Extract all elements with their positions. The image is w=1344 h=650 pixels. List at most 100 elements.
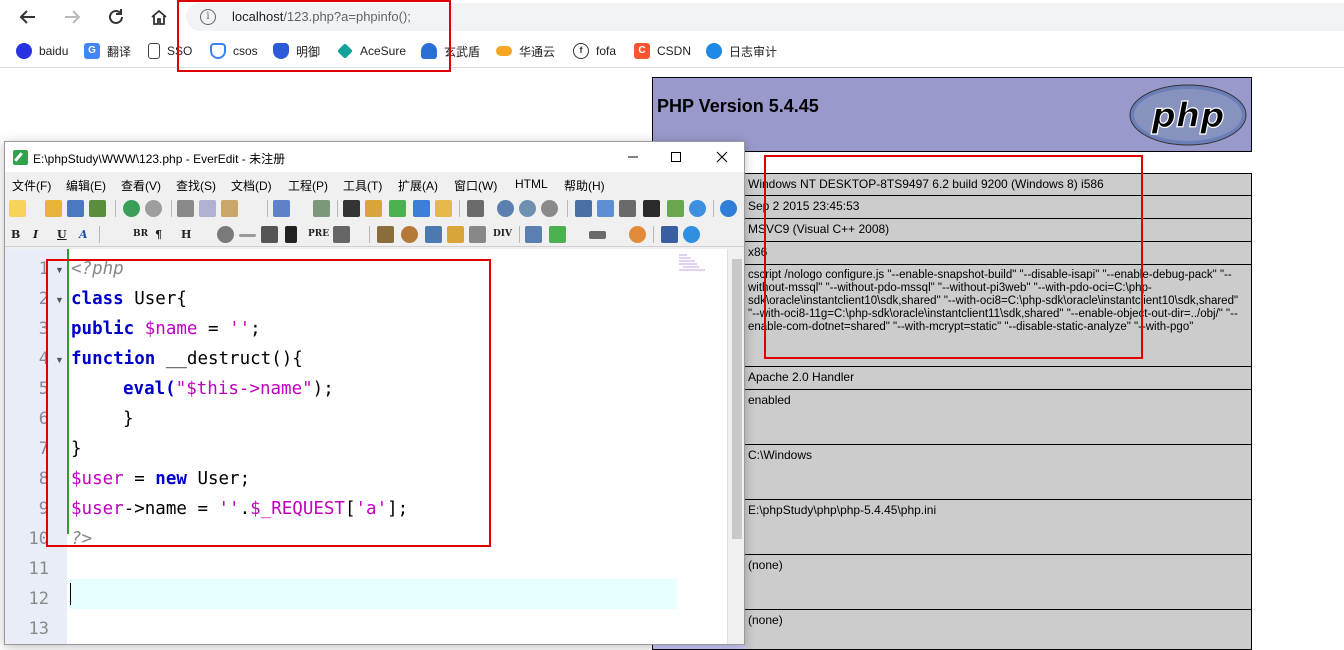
line-number: 4 bbox=[38, 349, 49, 369]
form-icon[interactable] bbox=[425, 226, 442, 243]
bookmark-huatongyun[interactable]: 华通云 bbox=[496, 42, 555, 60]
fofa-icon: f bbox=[573, 43, 589, 59]
w3c-icon[interactable] bbox=[683, 226, 700, 243]
spell-icon[interactable] bbox=[389, 200, 406, 217]
bookmark-label: 华通云 bbox=[519, 44, 556, 59]
home-icon[interactable] bbox=[147, 5, 171, 29]
menu-view[interactable]: 查看(V) bbox=[121, 177, 161, 194]
find-icon[interactable] bbox=[343, 200, 360, 217]
page-icon bbox=[148, 43, 160, 59]
macro-record-icon[interactable] bbox=[497, 200, 514, 217]
macro-play-icon[interactable] bbox=[519, 200, 536, 217]
csdn-icon: C bbox=[634, 43, 650, 59]
cut-icon[interactable] bbox=[177, 200, 194, 217]
row-value: (none) bbox=[748, 558, 783, 572]
pilcrow-icon[interactable] bbox=[285, 226, 297, 243]
bookmark-log-audit[interactable]: 日志审计 bbox=[706, 42, 777, 60]
underline-button[interactable]: U bbox=[57, 228, 67, 241]
paste-icon[interactable] bbox=[221, 200, 238, 217]
lock-icon[interactable] bbox=[447, 226, 464, 243]
br-button[interactable]: BR bbox=[133, 229, 148, 239]
bookmark-label: CSDN bbox=[657, 44, 692, 58]
link-icon[interactable] bbox=[377, 226, 394, 243]
insert-image-icon[interactable] bbox=[549, 226, 566, 243]
input-icon[interactable] bbox=[589, 231, 606, 239]
open-icon[interactable] bbox=[45, 200, 62, 217]
macro-icon[interactable] bbox=[541, 200, 558, 217]
bookmark-csdn[interactable]: C CSDN bbox=[634, 42, 691, 60]
bookmark-fofa[interactable]: f fofa bbox=[573, 42, 616, 60]
menu-html[interactable]: HTML bbox=[515, 177, 548, 191]
view-icon[interactable] bbox=[313, 200, 330, 217]
redo-icon[interactable] bbox=[145, 200, 162, 217]
grid-icon[interactable] bbox=[667, 200, 684, 217]
table-icon[interactable] bbox=[525, 226, 542, 243]
help-icon[interactable] bbox=[720, 200, 737, 217]
menu-document[interactable]: 文档(D) bbox=[231, 177, 272, 194]
scrollbar-thumb[interactable] bbox=[732, 259, 742, 539]
undo-icon[interactable] bbox=[123, 200, 140, 217]
find-replace-icon[interactable] bbox=[365, 200, 382, 217]
forward-icon[interactable] bbox=[60, 5, 84, 29]
frame-icon[interactable] bbox=[469, 226, 486, 243]
bookmark-label: 翻译 bbox=[107, 44, 132, 59]
row-value: Apache 2.0 Handler bbox=[748, 370, 855, 384]
image-icon[interactable] bbox=[401, 226, 418, 243]
div-button[interactable]: DIV bbox=[493, 229, 512, 239]
minimize-button[interactable] bbox=[610, 142, 656, 172]
window-titlebar[interactable]: E:\phpStudy\WWW\123.php - EverEdit - 未注册 bbox=[5, 142, 744, 172]
color-picker-icon[interactable] bbox=[629, 226, 646, 243]
current-line-highlight bbox=[69, 579, 677, 609]
menu-file[interactable]: 文件(F) bbox=[12, 177, 51, 194]
menu-bar: 文件(F) 编辑(E) 查看(V) 查找(S) 文档(D) 工程(P) 工具(T… bbox=[5, 172, 744, 196]
word-wrap-icon[interactable] bbox=[273, 200, 290, 217]
align-icon[interactable] bbox=[261, 226, 278, 243]
find-in-files-icon[interactable] bbox=[413, 200, 430, 217]
anchor-icon[interactable] bbox=[217, 226, 234, 243]
browser-icon[interactable] bbox=[689, 200, 706, 217]
bookmark-baidu[interactable]: baidu bbox=[16, 42, 68, 60]
font-color-button[interactable]: A bbox=[79, 228, 88, 241]
pre-button[interactable]: PRE bbox=[308, 229, 329, 239]
row-value: (none) bbox=[748, 613, 783, 627]
list-bullet-icon[interactable] bbox=[333, 226, 350, 243]
menu-project[interactable]: 工程(P) bbox=[288, 177, 328, 194]
bold-button[interactable]: B bbox=[11, 228, 20, 241]
reload-icon[interactable] bbox=[104, 5, 128, 29]
bookmark-icon[interactable] bbox=[435, 200, 452, 217]
hr-icon[interactable] bbox=[239, 234, 256, 237]
save-icon[interactable] bbox=[67, 200, 84, 217]
php-logo-text: php bbox=[1151, 96, 1225, 136]
annotation-phpinfo-highlight bbox=[764, 155, 1143, 359]
vertical-scrollbar[interactable] bbox=[727, 249, 744, 644]
console-icon[interactable] bbox=[643, 200, 660, 217]
italic-button[interactable]: I bbox=[33, 228, 38, 241]
copy-icon[interactable] bbox=[199, 200, 216, 217]
minimap[interactable] bbox=[679, 253, 709, 273]
menu-help[interactable]: 帮助(H) bbox=[564, 177, 605, 194]
maximize-button[interactable] bbox=[653, 142, 699, 172]
chart-icon[interactable] bbox=[467, 200, 484, 217]
translate-icon: G bbox=[84, 43, 100, 59]
menu-window[interactable]: 窗口(W) bbox=[454, 177, 497, 194]
php-version-title: PHP Version 5.4.45 bbox=[657, 96, 819, 116]
menu-edit[interactable]: 编辑(E) bbox=[66, 177, 106, 194]
paragraph-button[interactable]: ¶ bbox=[155, 228, 162, 241]
back-icon[interactable] bbox=[16, 5, 40, 29]
bookmark-label: baidu bbox=[39, 44, 69, 58]
panel-icon[interactable] bbox=[597, 200, 614, 217]
window-title: E:\phpStudy\WWW\123.php - EverEdit - 未注册 bbox=[33, 152, 286, 166]
save-all-icon[interactable] bbox=[89, 200, 106, 217]
heading-button[interactable]: H bbox=[181, 228, 191, 241]
sidebar-icon[interactable] bbox=[619, 200, 636, 217]
html-preview-icon[interactable] bbox=[661, 226, 678, 243]
close-button[interactable] bbox=[699, 142, 744, 172]
bookmark-translate[interactable]: G 翻译 bbox=[84, 42, 131, 60]
new-file-icon[interactable] bbox=[9, 200, 26, 217]
list-icon[interactable] bbox=[575, 200, 592, 217]
menu-extensions[interactable]: 扩展(A) bbox=[398, 177, 438, 194]
html-toolbar: B I U A BR ¶ H PRE DIV bbox=[5, 222, 744, 247]
line-number: 13 bbox=[28, 619, 49, 639]
menu-tools[interactable]: 工具(T) bbox=[343, 177, 382, 194]
menu-find[interactable]: 查找(S) bbox=[176, 177, 216, 194]
